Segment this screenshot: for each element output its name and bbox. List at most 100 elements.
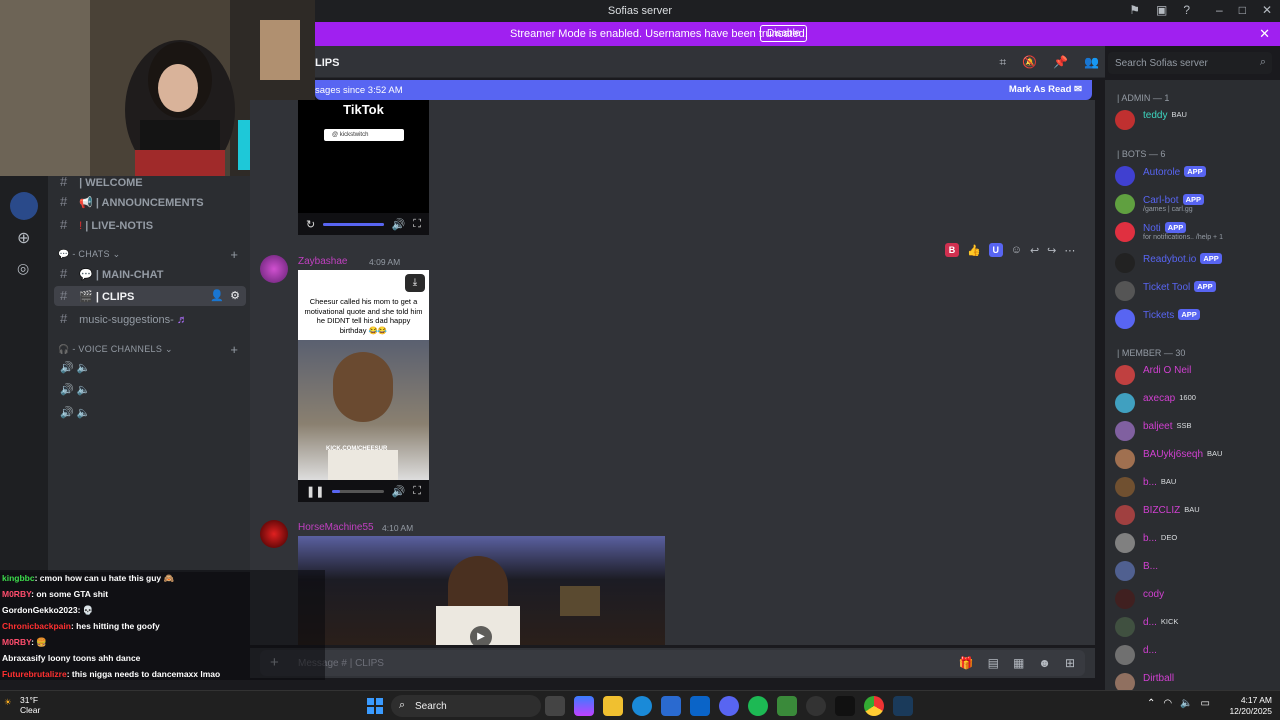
sticker-icon[interactable]: ▦ — [1013, 656, 1024, 670]
message-username[interactable]: HorseMachine55 — [298, 522, 374, 533]
member-item[interactable]: d... KICK — [1113, 615, 1278, 639]
spotify-icon[interactable] — [748, 696, 768, 716]
member-item[interactable]: B... — [1113, 559, 1278, 583]
channel-main-chat[interactable]: # 💬 | MAIN-CHAT — [60, 266, 163, 286]
channel-live-notis[interactable]: # ! | LIVE-NOTIS — [60, 217, 153, 237]
pause-icon[interactable]: ❚❚ — [306, 485, 324, 498]
chevron-up-icon[interactable]: ⌃ — [1147, 698, 1155, 709]
channel-clips[interactable]: # 🎬 | CLIPS 👤 ⚙ — [54, 286, 246, 306]
reaction-b-icon[interactable]: B — [945, 243, 959, 257]
video-player[interactable]: ▶ — [298, 536, 665, 645]
inbox-icon[interactable]: ⚑ — [1129, 3, 1140, 17]
message-input[interactable]: + Message # | CLIPS 🎁 ▤ ▦ ☻ ⊞ — [260, 650, 1085, 676]
store-icon[interactable] — [661, 696, 681, 716]
channel-music-suggestions[interactable]: # music-suggestions- ♬ — [60, 311, 188, 331]
disable-button[interactable]: Disable — [760, 25, 808, 42]
edge-icon[interactable] — [632, 696, 652, 716]
apps-icon[interactable]: ⊞ — [1065, 656, 1075, 670]
minimize-icon[interactable]: – — [1216, 3, 1223, 17]
wifi-icon[interactable]: ◠ — [1163, 698, 1172, 709]
server-icon[interactable] — [10, 192, 38, 220]
gif-icon[interactable]: ▤ — [988, 656, 999, 670]
discord-icon[interactable] — [719, 696, 739, 716]
emoji-icon[interactable]: ☻ — [1038, 656, 1051, 670]
reply-icon[interactable]: ↩ — [1030, 244, 1039, 257]
channel-welcome[interactable]: # | WELCOME — [60, 174, 143, 194]
start-button[interactable] — [367, 698, 383, 714]
member-item[interactable]: BIZCLIZ BAU — [1113, 503, 1278, 527]
member-item[interactable]: d... — [1113, 643, 1278, 667]
thumbs-up-icon[interactable]: 👍 — [967, 244, 981, 257]
volume-icon[interactable]: 🔊 — [392, 485, 406, 498]
video-player[interactable]: Cheesur called his mom to get a motivati… — [298, 270, 429, 502]
pin-icon[interactable]: 📌 — [1053, 55, 1068, 70]
video-player[interactable]: TikTok @ kickstwitch ↻ 🔊 ⛶ — [298, 100, 429, 235]
member-item[interactable]: Dirtball — [1113, 671, 1278, 690]
replay-icon[interactable]: ↻ — [306, 218, 315, 231]
add-voice-channel-icon[interactable]: + — [230, 342, 238, 357]
app-icon[interactable] — [777, 696, 797, 716]
notifications-muted-icon[interactable]: 🔕 — [1022, 55, 1037, 70]
close-window-icon[interactable]: ✕ — [1262, 3, 1272, 17]
copilot-icon[interactable] — [574, 696, 594, 716]
member-item[interactable]: Readybot.io APP — [1113, 251, 1278, 275]
discover-icon[interactable]: ◎ — [17, 260, 29, 277]
member-item[interactable]: b... DEO — [1113, 531, 1278, 555]
forward-icon[interactable]: ↪ — [1047, 244, 1056, 257]
add-server-icon[interactable]: ⊕ — [17, 228, 30, 248]
volume-icon[interactable]: 🔊 — [392, 218, 406, 231]
file-explorer-icon[interactable] — [603, 696, 623, 716]
screen-icon[interactable]: ▣ — [1156, 3, 1167, 17]
message-username[interactable]: Zaybashae — [298, 256, 347, 267]
progress-bar[interactable] — [323, 222, 384, 226]
add-reaction-icon[interactable]: ☺ — [1011, 244, 1022, 256]
obs-icon[interactable] — [806, 696, 826, 716]
threads-icon[interactable]: ⌗ — [999, 55, 1006, 70]
member-item[interactable]: BAUykj6seqh BAU — [1113, 447, 1278, 471]
member-item[interactable]: Autorole APP — [1113, 164, 1278, 188]
progress-bar[interactable] — [332, 489, 384, 493]
battery-icon[interactable]: ▭ — [1201, 698, 1210, 709]
outlook-icon[interactable] — [690, 696, 710, 716]
voice-channel[interactable]: 🔊 🔈 — [60, 383, 90, 403]
volume-icon[interactable]: 🔈 — [1180, 698, 1192, 709]
fullscreen-icon[interactable]: ⛶ — [413, 485, 421, 498]
gift-icon[interactable]: 🎁 — [959, 656, 974, 670]
steam-icon[interactable] — [893, 696, 913, 716]
invite-icon[interactable]: 👤 — [210, 286, 224, 306]
weather-widget[interactable]: ☀ 31°F Clear — [4, 695, 40, 715]
member-item[interactable]: Noti APP for notifications.. /help + 1 — [1113, 220, 1278, 244]
tiktok-icon[interactable] — [835, 696, 855, 716]
search-input[interactable]: Search Sofias server ⌕ — [1108, 52, 1272, 74]
help-icon[interactable]: ? — [1183, 3, 1190, 17]
member-item[interactable]: Carl-bot APP/games | carl.gg — [1113, 192, 1278, 216]
download-icon[interactable]: ⤓ — [405, 274, 425, 292]
gear-icon[interactable]: ⚙ — [230, 286, 240, 306]
add-channel-icon[interactable]: + — [230, 247, 238, 262]
member-item[interactable]: axecap 1600 — [1113, 391, 1278, 415]
category-chats[interactable]: 💬 - CHATS ⌄ — [58, 249, 120, 260]
voice-channel[interactable]: 🔊 🔈 — [60, 361, 90, 381]
play-icon[interactable]: ▶ — [470, 626, 492, 645]
member-list-icon[interactable]: 👥 — [1084, 55, 1099, 70]
avatar[interactable] — [260, 520, 288, 548]
member-item[interactable]: cody — [1113, 587, 1278, 611]
avatar[interactable] — [260, 255, 288, 283]
chrome-icon[interactable] — [864, 696, 884, 716]
member-item[interactable]: Ticket Tool APP — [1113, 279, 1278, 303]
member-item[interactable]: teddy BAU — [1113, 108, 1278, 132]
mark-as-read-button[interactable]: Mark As Read ✉ — [1009, 84, 1082, 95]
member-item[interactable]: b... BAU — [1113, 475, 1278, 499]
close-icon[interactable]: ✕ — [1259, 26, 1270, 42]
maximize-icon[interactable]: □ — [1239, 3, 1246, 17]
taskbar-search[interactable]: ⌕ Search — [391, 695, 541, 717]
voice-channel[interactable]: 🔊 🔈 — [60, 406, 90, 426]
channel-announcements[interactable]: # 📢 | ANNOUNCEMENTS — [60, 194, 204, 214]
category-voice[interactable]: 🎧 - VOICE CHANNELS ⌄ — [58, 344, 173, 355]
member-item[interactable]: Ardi O Neil — [1113, 363, 1278, 387]
member-item[interactable]: baljeet SSB — [1113, 419, 1278, 443]
reaction-u-icon[interactable]: U — [988, 243, 1003, 257]
new-messages-bar[interactable]: sages since 3:52 AM Mark As Read ✉ — [315, 80, 1092, 100]
more-icon[interactable]: ⋯ — [1064, 244, 1075, 257]
member-item[interactable]: Tickets APP — [1113, 307, 1278, 331]
